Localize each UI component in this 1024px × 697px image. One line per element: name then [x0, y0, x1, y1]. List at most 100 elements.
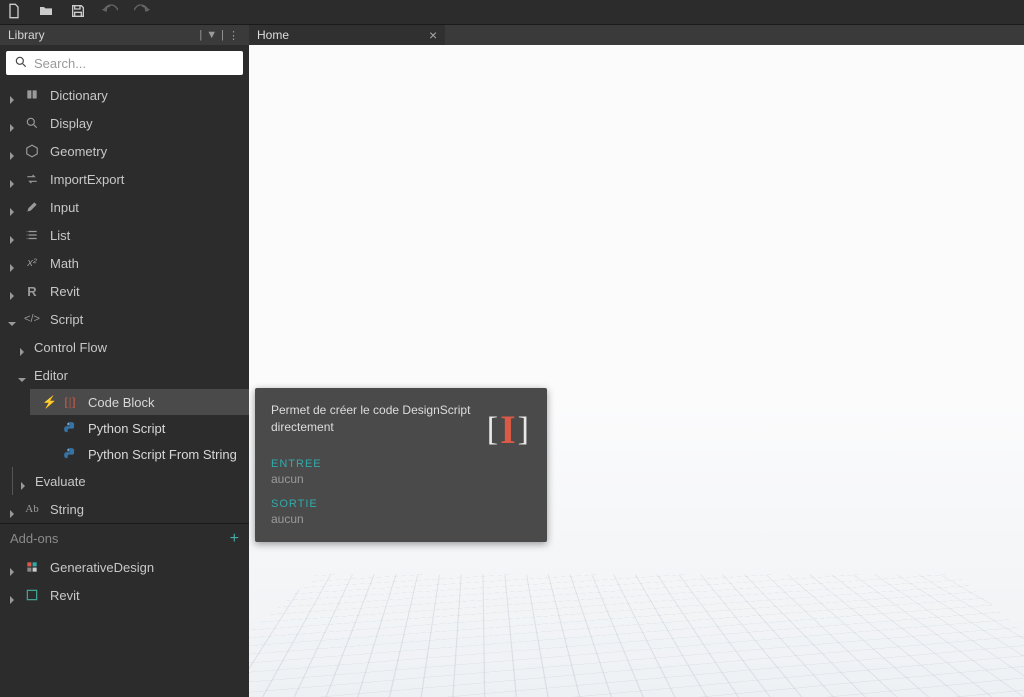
math-icon: x²	[24, 257, 40, 269]
cat-label: ImportExport	[50, 172, 241, 187]
cat-label: List	[50, 228, 241, 243]
search-input-wrapper[interactable]	[6, 51, 243, 75]
cube-icon	[24, 144, 40, 158]
subcat-control-flow[interactable]: Control Flow	[0, 333, 249, 361]
chevron-right-icon	[8, 592, 14, 598]
workspace-grid	[249, 575, 1024, 697]
chevron-right-icon	[8, 148, 14, 154]
tab-label: Home	[257, 28, 289, 42]
cat-label: Script	[50, 312, 241, 327]
chevron-right-icon	[19, 478, 25, 484]
subcat-editor[interactable]: Editor	[0, 361, 249, 389]
subcat-label: Control Flow	[34, 340, 241, 355]
book-icon	[24, 88, 40, 102]
cat-math[interactable]: x² Math	[0, 249, 249, 277]
ab-icon: Ab	[24, 503, 40, 515]
codeblock-large-icon: [I]	[487, 406, 529, 453]
node-label: Code Block	[88, 395, 154, 410]
tooltip-input-value: aucun	[271, 472, 531, 486]
cat-script[interactable]: </> Script	[0, 305, 249, 333]
cat-label: Input	[50, 200, 241, 215]
node-tooltip: Permet de créer le code DesignScript dir…	[255, 388, 547, 542]
tab-bar: Home ×	[249, 25, 1024, 45]
addons-header: Add-ons +	[0, 523, 249, 553]
cat-label: Display	[50, 116, 241, 131]
addons-title: Add-ons	[10, 531, 58, 546]
subcat-label: Editor	[34, 368, 241, 383]
revit-blue-icon	[24, 588, 40, 602]
addon-generativedesign[interactable]: GenerativeDesign	[0, 553, 249, 581]
library-tree: Dictionary Display Geometry ImportExport	[0, 81, 249, 697]
node-label: Python Script	[88, 421, 165, 436]
cat-dictionary[interactable]: Dictionary	[0, 81, 249, 109]
cat-label: Geometry	[50, 144, 241, 159]
library-sort2-icon[interactable]: |	[221, 29, 224, 41]
close-icon[interactable]: ×	[429, 27, 437, 43]
chevron-right-icon	[18, 344, 24, 350]
cat-label: String	[50, 502, 241, 517]
chevron-right-icon	[8, 120, 14, 126]
file-new-icon[interactable]	[6, 3, 22, 22]
cat-importexport[interactable]: ImportExport	[0, 165, 249, 193]
node-code-block[interactable]: ⚡ [|] Code Block	[30, 389, 249, 415]
list-icon	[24, 228, 40, 242]
search-icon	[14, 55, 28, 72]
swap-icon	[24, 172, 40, 186]
save-icon[interactable]	[70, 3, 86, 22]
code-icon: </>	[24, 313, 40, 325]
cat-input[interactable]: Input	[0, 193, 249, 221]
chevron-right-icon	[8, 564, 14, 570]
chevron-down-icon	[18, 372, 24, 378]
cat-string[interactable]: Ab String	[0, 495, 249, 523]
top-toolbar	[0, 0, 1024, 25]
magnify-icon	[24, 116, 40, 130]
revit-icon: R	[24, 284, 40, 299]
tooltip-output-label: SORTIE	[271, 498, 531, 510]
addon-label: GenerativeDesign	[50, 560, 241, 575]
library-title: Library	[8, 28, 45, 42]
library-menu-icon[interactable]: ⋮	[228, 29, 239, 42]
codeblock-icon: [|]	[62, 394, 78, 410]
chevron-right-icon	[8, 506, 14, 512]
subcat-label: Evaluate	[35, 474, 241, 489]
workspace-viewport[interactable]: Permet de créer le code DesignScript dir…	[249, 45, 1024, 697]
library-sort-icon[interactable]: |	[199, 29, 202, 41]
cat-list[interactable]: List	[0, 221, 249, 249]
plus-icon[interactable]: +	[230, 530, 239, 548]
chevron-right-icon	[8, 92, 14, 98]
header-row: Library | ▼ | ⋮ Home ×	[0, 25, 1024, 45]
python-icon	[62, 421, 78, 435]
node-label: Python Script From String	[88, 447, 237, 462]
library-filter-icon[interactable]: ▼	[206, 29, 217, 41]
chevron-right-icon	[8, 232, 14, 238]
chevron-right-icon	[8, 260, 14, 266]
tooltip-input-label: ENTREE	[271, 458, 531, 470]
library-sidebar: Dictionary Display Geometry ImportExport	[0, 45, 249, 697]
chevron-right-icon	[8, 204, 14, 210]
cat-display[interactable]: Display	[0, 109, 249, 137]
subcat-evaluate[interactable]: Evaluate	[12, 467, 249, 495]
cat-label: Math	[50, 256, 241, 271]
redo-icon[interactable]	[134, 3, 150, 22]
file-open-icon[interactable]	[38, 3, 54, 22]
chevron-right-icon	[8, 176, 14, 182]
main-area: Dictionary Display Geometry ImportExport	[0, 45, 1024, 697]
chevron-down-icon	[8, 316, 14, 322]
tooltip-output-value: aucun	[271, 512, 531, 526]
gd-icon	[24, 560, 40, 574]
node-python-script-from-string[interactable]: ⚡ Python Script From String	[30, 441, 249, 467]
tab-home[interactable]: Home ×	[249, 25, 445, 45]
node-python-script[interactable]: ⚡ Python Script	[30, 415, 249, 441]
cat-revit[interactable]: R Revit	[0, 277, 249, 305]
search-input[interactable]	[34, 56, 235, 71]
addon-revit[interactable]: Revit	[0, 581, 249, 609]
pencil-icon	[24, 200, 40, 214]
cat-label: Dictionary	[50, 88, 241, 103]
cat-label: Revit	[50, 284, 241, 299]
python-icon	[62, 447, 78, 461]
cat-geometry[interactable]: Geometry	[0, 137, 249, 165]
addon-label: Revit	[50, 588, 241, 603]
flash-icon: ⚡	[42, 395, 52, 409]
undo-icon[interactable]	[102, 3, 118, 22]
library-header: Library | ▼ | ⋮	[0, 25, 249, 45]
